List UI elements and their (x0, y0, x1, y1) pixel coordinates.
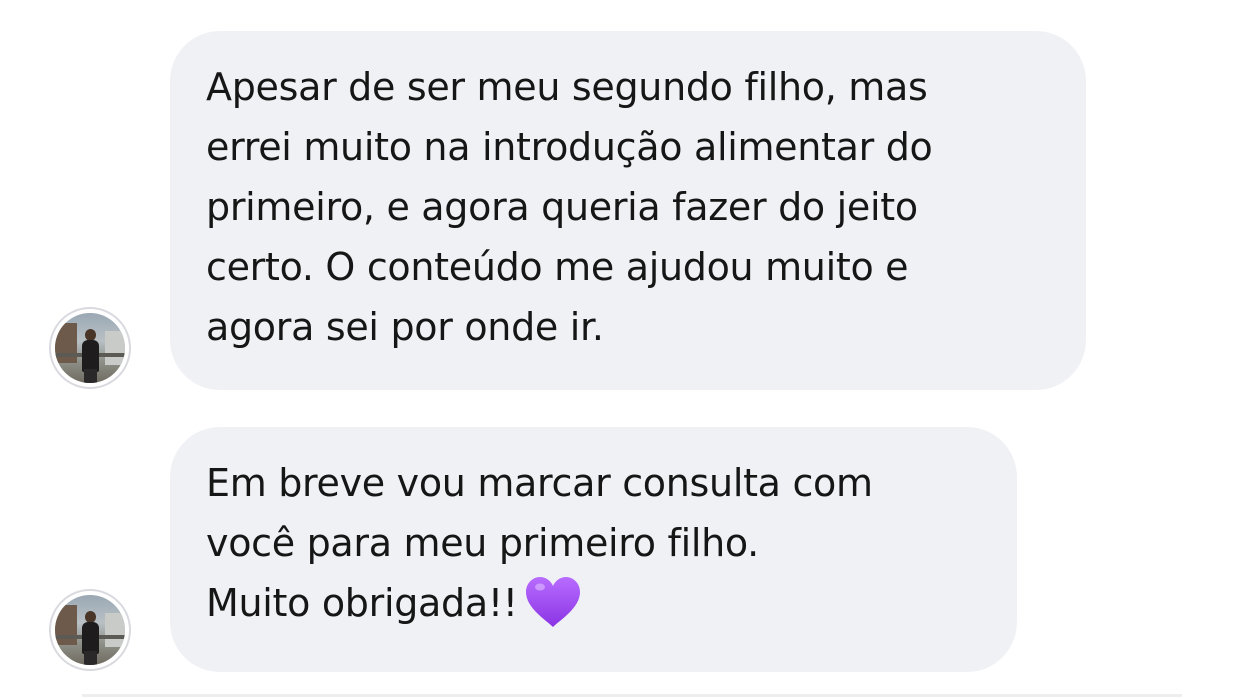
purple-heart-icon (525, 576, 580, 627)
divider (82, 694, 1182, 697)
sender-avatar-1[interactable] (49, 307, 131, 389)
message-bubble-1[interactable]: Apesar de ser meu segundo filho, mas err… (170, 31, 1086, 390)
sender-avatar-2[interactable] (49, 589, 131, 671)
message-bubble-2[interactable]: Em breve vou marcar consulta com você pa… (170, 427, 1017, 672)
chat-thread: Apesar de ser meu segundo filho, mas err… (0, 0, 1242, 698)
message-text-2-wrap: Em breve vou marcar consulta com você pa… (206, 453, 981, 633)
message-text-1: Apesar de ser meu segundo filho, mas err… (206, 65, 933, 349)
avatar-photo (55, 313, 125, 383)
avatar-photo (55, 595, 125, 665)
